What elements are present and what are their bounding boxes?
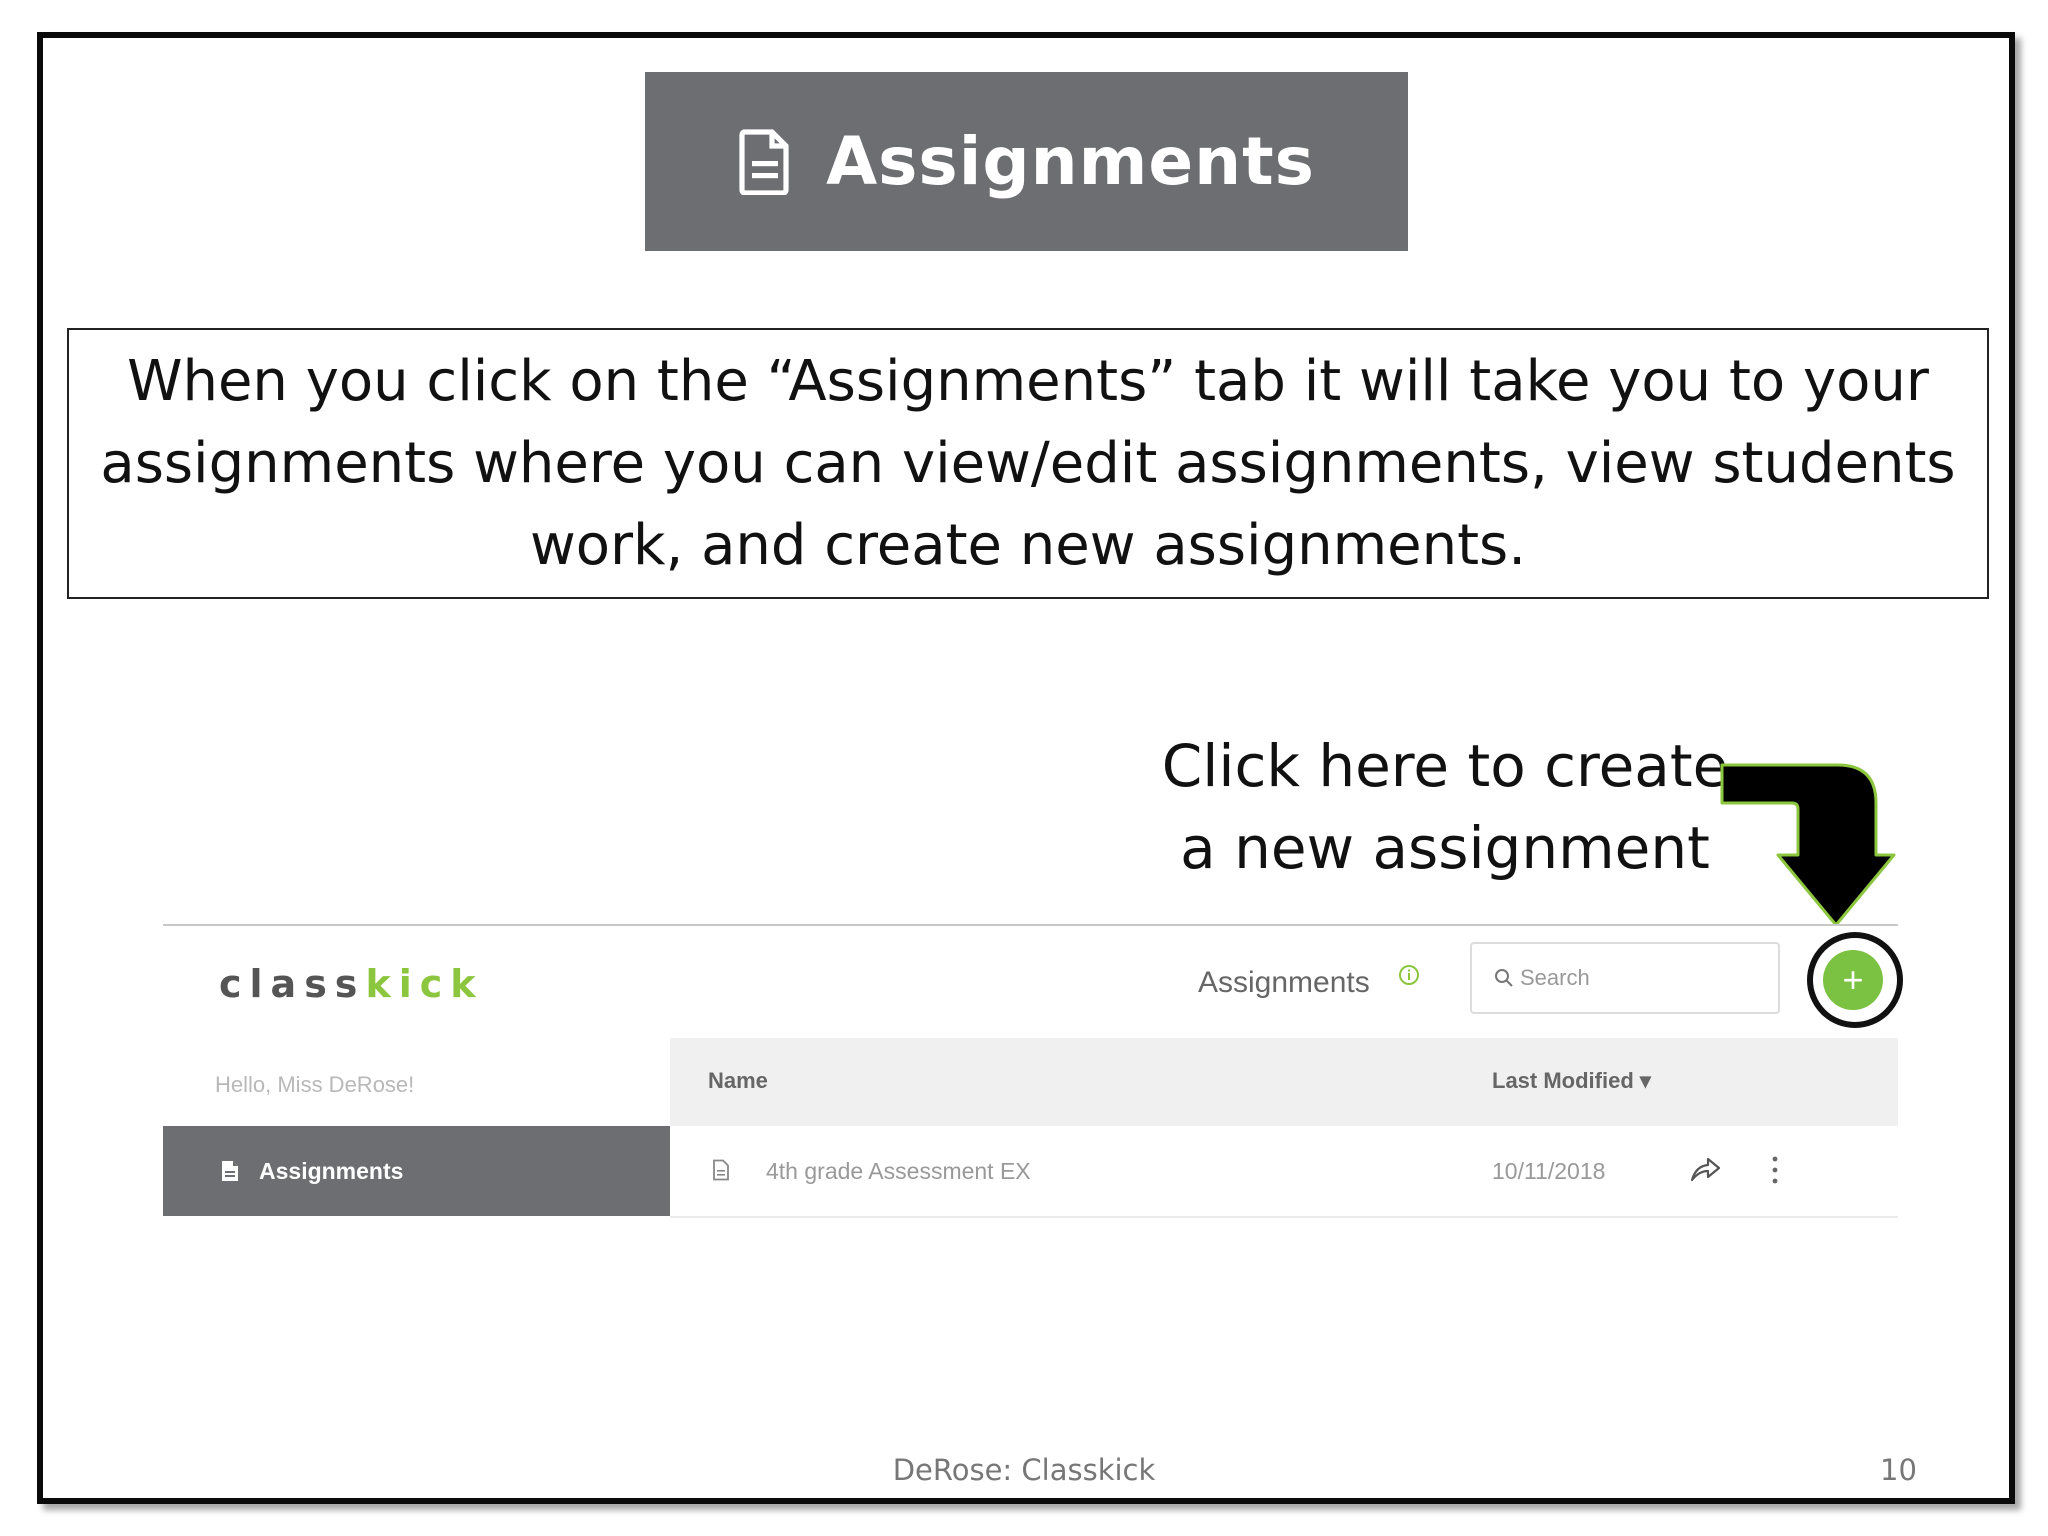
table-header: Name Last Modified ▾ [670,1038,1898,1126]
document-icon [222,1161,238,1181]
assignments-header-crop: Assignments [645,72,1408,251]
document-icon [739,128,789,195]
classkick-app-screenshot: classkick Hello, Miss DeRose! Assignment… [163,924,1903,1246]
callout-line-1: Click here to create [1161,732,1729,800]
assignment-last-modified: 10/11/2018 [1492,1158,1606,1184]
logo-class: class [219,962,366,1006]
greeting-text: Hello, Miss DeRose! [215,1072,415,1097]
search-icon [1495,969,1513,987]
column-header-name[interactable]: Name [708,1068,768,1094]
header-label: Assignments [826,123,1315,200]
column-header-last-modified[interactable]: Last Modified ▾ [1492,1068,1651,1094]
callout-line-2: a new assignment [1180,814,1710,882]
table-row[interactable]: 4th grade Assessment EX 10/11/2018 [670,1126,1898,1218]
assignment-name[interactable]: 4th grade Assessment EX [766,1158,1031,1185]
sidebar-item-label: Assignments [259,1157,404,1184]
app-sidebar: classkick Hello, Miss DeRose! Assignment… [163,926,672,1236]
curved-arrow-icon [1720,763,1896,927]
slide-footer: DeRose: Classkick [892,1453,1156,1487]
document-icon [713,1159,729,1181]
classkick-logo: classkick [219,962,484,1006]
app-main: Assignments Search + Name Last Modified … [670,926,1903,1246]
highlight-ring [1807,932,1903,1028]
caption-box: When you click on the “Assignments” tab … [67,328,1989,599]
caption-text: When you click on the “Assignments” tab … [100,348,1956,578]
sidebar-item-assignments[interactable]: Assignments [163,1126,670,1216]
page-number: 10 [1880,1453,1917,1487]
logo-kick: kick [365,962,484,1006]
search-placeholder: Search [1520,965,1590,990]
search-input[interactable]: Search [1470,942,1780,1014]
info-icon[interactable] [1398,964,1420,986]
page-title: Assignments [1198,966,1370,999]
callout-text: Click here to create a new assignment [1160,725,1730,889]
more-options-icon[interactable] [1768,1154,1782,1186]
share-icon[interactable] [1688,1154,1722,1184]
topbar: Assignments Search + [670,926,1903,1036]
